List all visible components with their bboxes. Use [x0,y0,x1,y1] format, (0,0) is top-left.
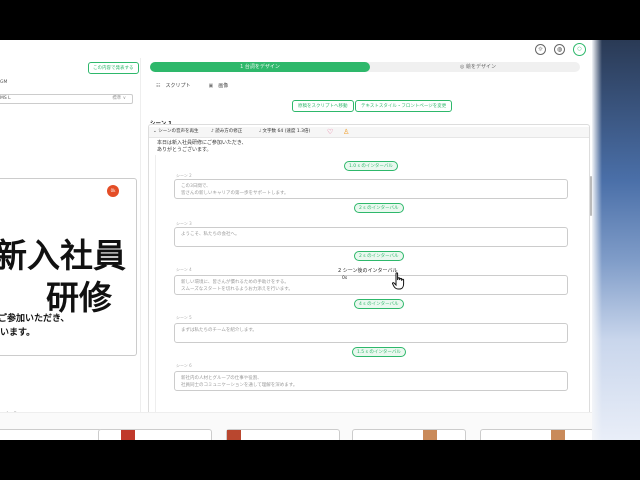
sun-icon[interactable]: ☼ [535,44,546,55]
script-icon: ☷ [156,83,161,89]
subtab-image[interactable]: ▣ 画像 [209,82,229,89]
voice-select[interactable]: MS L 標準 ∨ [0,94,133,104]
scene-list: 1.0 s のインターバル シーン 2 この3日間で、 皆さんの新しいキャリアの… [155,155,582,440]
scene-textbox[interactable]: この3日間で、 皆さんの新しいキャリアの第一歩をサポートします。 [174,179,568,199]
tab-script-design[interactable]: 1 台詞をデザイン [150,62,370,72]
scene-textbox-text: 新社内の人材とグループの仕事や役割、 社員同士のコミュニケーションを通して理解を… [181,376,298,388]
scene-textbox[interactable]: 新しい環境に、皆さんが慣れるための手助けをする。 スムーズなスタートを切れるよう… [174,275,568,295]
thumb-image [121,430,135,440]
tab-image-design[interactable]: ◎ 絵をデザイン [376,62,580,72]
slide-thumbnail[interactable] [352,429,466,440]
slide-thumbnail[interactable] [480,429,594,440]
sync-button[interactable]: この内容で発表する [88,62,139,74]
scene-1-line-2: ありがとうございます。 [157,147,212,153]
scene-1-line-1: 本日は新入社員研修にご参加いただき、 [157,140,247,146]
thumb-image [423,430,437,440]
app-window: ☼ ◍ ○ この内容で発表する GM MS L 標準 ∨ 0k 新入社員 研修 … [0,40,640,440]
voice-select-right: 標準 ∨ [112,96,126,101]
interval-pill[interactable]: 4 s のインターバル [354,299,404,309]
person-icon[interactable]: ♙ [343,127,349,137]
main-panel: 1 台詞をデザイン ◎ 絵をデザイン ☷ スクリプト ▣ 画像 原稿をスクリプトへ移… [142,58,596,440]
left-panel: この内容で発表する GM MS L 標準 ∨ 0k 新入社員 研修 ご参加いただ… [0,58,141,440]
app-root: ☼ ◍ ○ この内容で発表する GM MS L 標準 ∨ 0k 新入社員 研修 … [0,40,596,440]
globe-icon[interactable]: ◍ [554,44,565,55]
subtab-image-label: 画像 [218,83,229,89]
scene-textbox[interactable]: ようこそ、私たちの会社へ。 [174,227,568,247]
move-script-button[interactable]: 原稿をスクリプトへ移動 [292,100,354,112]
hand-cursor-icon [392,272,405,290]
subtab-script[interactable]: ☷ スクリプト [156,82,191,89]
top-icons: ☼ ◍ ○ [535,43,586,56]
subtab-script-label: スクリプト [165,83,191,89]
scene-textbox[interactable]: 新社内の人材とグループの仕事や役割、 社員同士のコミュニケーションを通して理解を… [174,371,568,391]
interval-pill[interactable]: 1.0 s のインターバル [344,161,398,171]
play-scene-button[interactable]: ⌄ シーンの音声を再生 [153,127,198,137]
slide-thumbnail[interactable] [0,429,102,440]
scene-textbox[interactable]: まずは私たちのチームを紹介します。 [174,323,568,343]
scene-textbox-text: ようこそ、私たちの会社へ。 [181,232,240,237]
desktop-background [592,40,640,440]
scene-card: ⌄ シーンの音声を再生 ♪ 読み方の修正 ♩ 文字数 64 (速度 1.3倍) … [148,124,590,440]
interval-pill[interactable]: 2 s のインターバル [354,251,404,261]
design-tabs: 1 台詞をデザイン ◎ 絵をデザイン [150,62,580,72]
scene-label: シーン 4 [176,267,192,272]
scene-label: シーン 5 [176,315,192,320]
slide-strip [0,412,596,440]
interval-pill[interactable]: 1.5 s のインターバル [352,347,406,357]
slide-thumbnail[interactable] [226,429,340,440]
slide-thumbnail[interactable] [98,429,212,440]
slide-preview[interactable]: 0k 新入社員 研修 ご参加いただき、 います。 [0,178,137,356]
avatar[interactable]: ○ [573,43,586,56]
interval-pill[interactable]: 2 s のインターバル [354,203,404,213]
scene-1-text[interactable]: 本日は新入社員研修にご参加いただき、 ありがとうございます。 [157,140,247,154]
change-style-button[interactable]: テキストスタイル・フロントページを変更 [355,100,453,112]
thumb-image [227,430,241,440]
char-count: ♩ 文字数 64 (速度 1.3倍) [259,129,311,134]
scene-textbox-text: この3日間で、 皆さんの新しいキャリアの第一歩をサポートします。 [181,184,289,196]
heart-icon[interactable]: ♡ [327,127,333,137]
record-badge[interactable]: 0k [107,185,119,197]
top-bar: ☼ ◍ ○ [0,40,596,58]
scene-toolbar: ⌄ シーンの音声を再生 ♪ 読み方の修正 ♩ 文字数 64 (速度 1.3倍) … [149,127,589,138]
scene-textbox-text: 新しい環境に、皆さんが慣れるための手助けをする。 スムーズなスタートを切れるよう… [181,280,293,292]
thumb-image [551,430,565,440]
reading-fix-button[interactable]: ♪ 読み方の修正 [211,127,242,137]
scene-textbox-text: まずは私たちのチームを紹介します。 [181,328,257,333]
interval-tooltip-value: 0s [342,276,348,281]
scene-label: シーン 6 [176,363,192,368]
sub-tabs: ☷ スクリプト ▣ 画像 [156,82,228,89]
lang-label: GM [0,80,8,85]
interval-tooltip-title: 2 シーン後のインターバル [338,268,398,274]
image-icon: ▣ [208,83,214,89]
caption-line-1: ご参加いただき、 [0,314,70,324]
voice-select-value: MS L [0,96,11,101]
caption-line-2: います。 [0,328,36,338]
slide-title-1: 新入社員 [0,236,126,275]
